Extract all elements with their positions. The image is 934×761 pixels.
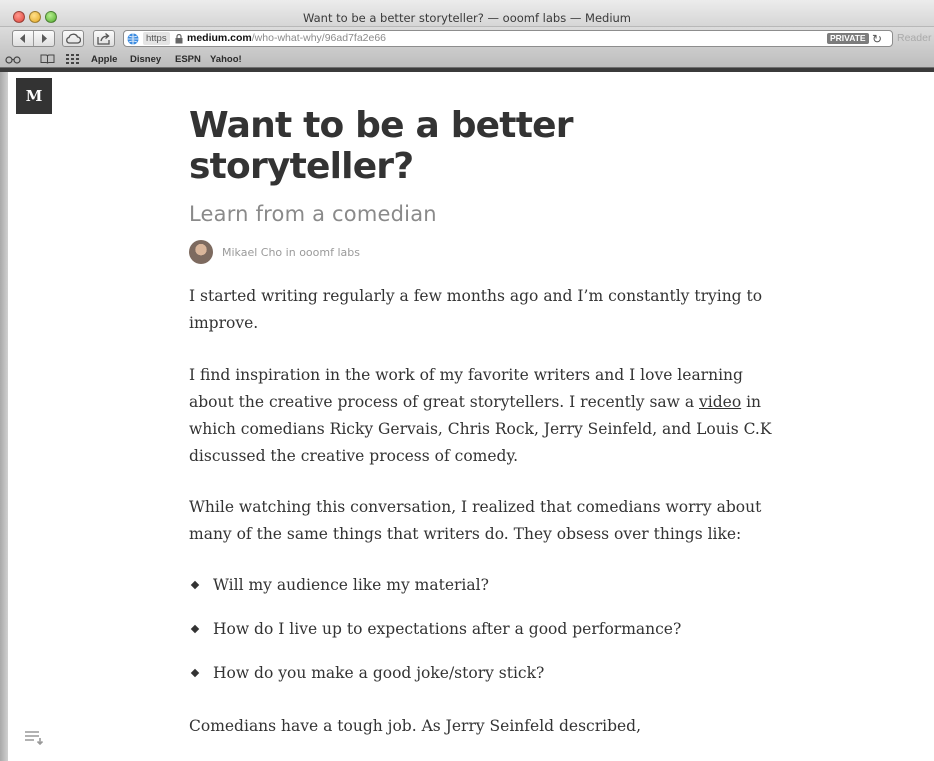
medium-logo[interactable]: M xyxy=(16,78,52,114)
author-byline: Mikael Cho in ooomf labs xyxy=(189,240,360,264)
bookmark-espn[interactable]: ESPN xyxy=(175,54,201,65)
back-arrow-icon xyxy=(20,34,25,43)
diamond-bullet-icon xyxy=(190,580,200,590)
post-subtitle: Learn from a comedian xyxy=(189,202,437,226)
bookmark-yahoo[interactable]: Yahoo! xyxy=(210,54,242,65)
list-item-text: How do I live up to expectations after a… xyxy=(213,620,682,638)
paragraph-3: While watching this conversation, I real… xyxy=(189,498,762,543)
url-text: medium.com/who-what-why/96ad7fa2e66 xyxy=(187,31,386,46)
address-bar[interactable]: https medium.com/who-what-why/96ad7fa2e6… xyxy=(123,30,893,47)
video-link[interactable]: video xyxy=(699,393,741,411)
cloud-icon xyxy=(66,33,81,44)
paragraph-2-text-start: I find inspiration in the work of my fav… xyxy=(189,366,743,411)
bookmarks-bar: Apple Disney ESPN Yahoo! xyxy=(0,51,934,68)
diamond-bullet-icon xyxy=(190,624,200,634)
list-item-text: How do you make a good joke/story stick? xyxy=(213,664,545,682)
paragraph-2: I find inspiration in the work of my fav… xyxy=(189,362,774,470)
author-avatar[interactable] xyxy=(189,240,213,264)
reload-icon[interactable]: ↻ xyxy=(872,32,882,46)
page-content: M Want to be a better storyteller? Learn… xyxy=(8,72,934,761)
share-button[interactable] xyxy=(93,30,115,47)
title-bar: Want to be a better storyteller? — ooomf… xyxy=(0,0,934,27)
top-sites-grid-icon[interactable] xyxy=(66,54,79,64)
list-item: How do I live up to expectations after a… xyxy=(189,616,774,660)
reader-button[interactable]: Reader xyxy=(897,32,931,44)
https-badge: https xyxy=(143,32,170,45)
list-item-text: Will my audience like my material? xyxy=(213,576,489,594)
globe-icon xyxy=(127,33,139,45)
diamond-bullet-icon xyxy=(190,668,200,678)
bookmark-apple[interactable]: Apple xyxy=(91,54,117,65)
private-browsing-badge[interactable]: PRIVATE xyxy=(827,33,869,44)
window-left-edge xyxy=(0,72,8,761)
browser-window: Want to be a better storyteller? — ooomf… xyxy=(0,0,934,761)
list-item: How do you make a good joke/story stick? xyxy=(189,660,774,704)
forward-button[interactable] xyxy=(34,31,54,46)
forward-arrow-icon xyxy=(41,34,47,43)
window-title: Want to be a better storyteller? — ooomf… xyxy=(302,11,632,25)
paragraph-1: I started writing regularly a few months… xyxy=(189,287,763,332)
bookmarks-book-icon[interactable] xyxy=(40,54,55,64)
lock-icon xyxy=(175,34,183,44)
back-forward-buttons xyxy=(12,30,55,47)
icloud-tabs-button[interactable] xyxy=(62,30,84,47)
bookmark-disney[interactable]: Disney xyxy=(130,54,161,65)
share-icon xyxy=(97,32,110,45)
url-host: medium.com xyxy=(187,32,252,44)
url-path: /who-what-why/96ad7fa2e66 xyxy=(251,32,387,44)
reading-list-add-icon[interactable] xyxy=(25,731,45,745)
back-button[interactable] xyxy=(13,31,33,46)
toolbar: https medium.com/who-what-why/96ad7fa2e6… xyxy=(0,27,934,51)
list-item: Will my audience like my material? xyxy=(189,572,774,616)
post-title: Want to be a better storyteller? xyxy=(189,105,573,187)
paragraph-4: Comedians have a tough job. As Jerry Sei… xyxy=(189,717,642,735)
author-name[interactable]: Mikael Cho in ooomf labs xyxy=(222,246,360,259)
reading-list-icon[interactable] xyxy=(5,54,21,64)
bullet-list: Will my audience like my material? How d… xyxy=(189,572,774,704)
